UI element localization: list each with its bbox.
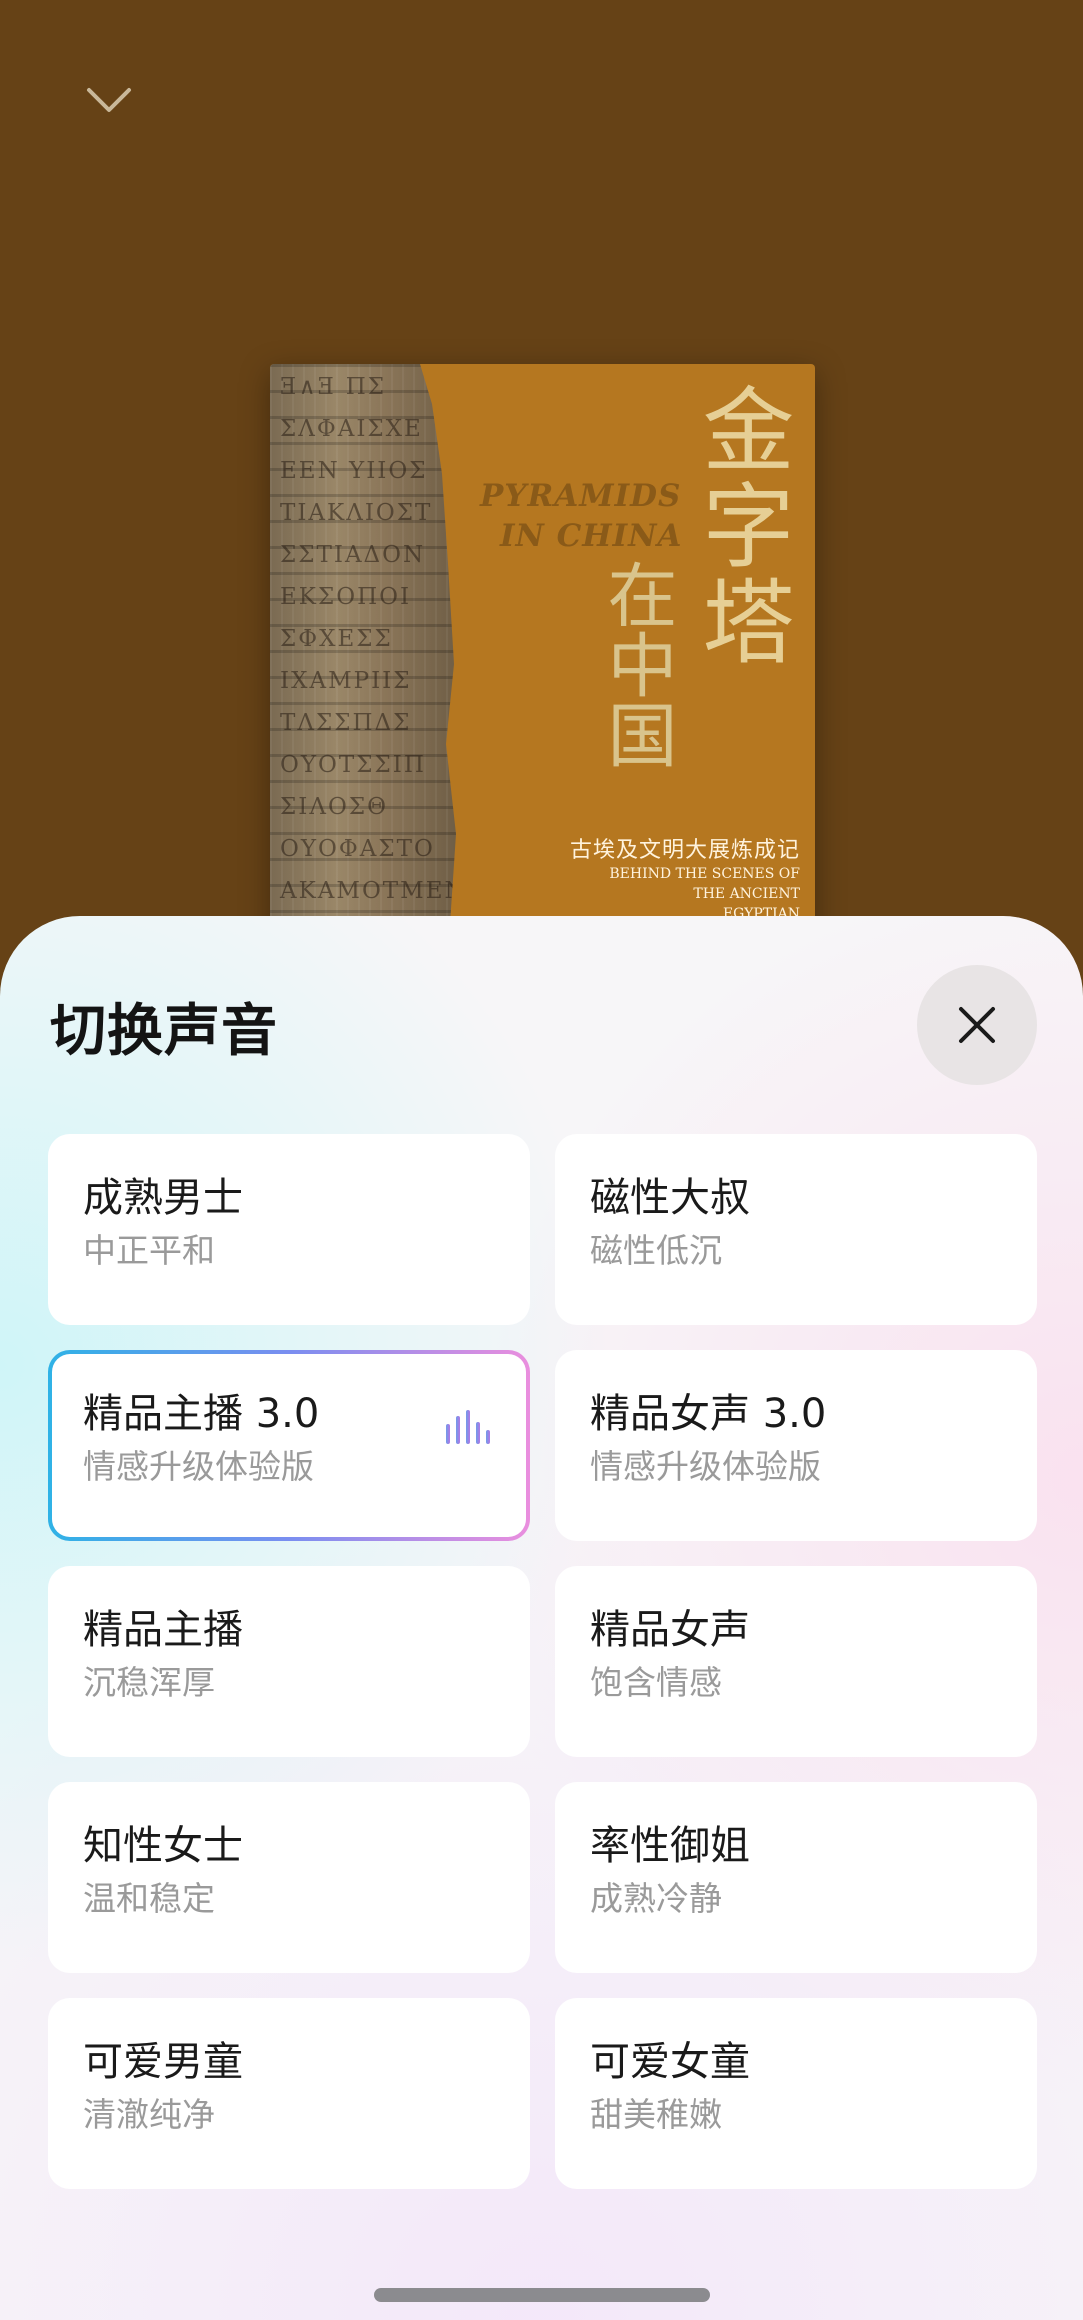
stone-glyph-row: ΑΚΑΜΟΤΜΕΝΗ bbox=[280, 878, 489, 904]
voice-description: 清澈纯净 bbox=[83, 2095, 215, 2134]
voice-name: 精品主播 3.0 bbox=[83, 1391, 320, 1437]
stone-glyph-row: ΣΦΧΕΣΣ bbox=[280, 626, 393, 652]
voice-name: 率性御姐 bbox=[590, 1823, 750, 1869]
stone-glyph-row: ΕΕΝ ΥΙΙΟΣ bbox=[280, 458, 428, 484]
cover-english-title-line2: IN CHINA bbox=[500, 518, 683, 554]
cover-english-title: PYRAMIDS IN CHINA bbox=[480, 476, 682, 556]
voice-description: 饱含情感 bbox=[590, 1663, 722, 1702]
stone-glyph-row: ΣΣΤΙΑΔΟΝ bbox=[280, 542, 426, 568]
voice-description: 成熟冷静 bbox=[590, 1879, 722, 1918]
voice-description: 沉稳浑厚 bbox=[83, 1663, 215, 1702]
book-cover: Ǝ∧Ǝ ΠΣ ΣΛΦΑΙΣΧΕ ΕΕΝ ΥΙΙΟΣ ΤΙΑΚΛΙΟΣΤ ΣΣΤΙΑΔΟΝ… bbox=[270, 364, 815, 964]
stone-glyph-row: ΕΚΣΟΠΟΙ bbox=[280, 584, 412, 610]
voice-description: 中正平和 bbox=[83, 1231, 215, 1270]
stone-glyph-row: ΟΥΟΤΣΣΙΠ bbox=[280, 752, 426, 778]
stone-glyph-row: Ǝ∧Ǝ ΠΣ bbox=[280, 374, 387, 400]
voice-card-premium-anchor-3[interactable]: 精品主播 3.0 情感升级体验版 bbox=[48, 1350, 530, 1541]
stone-relief-image: Ǝ∧Ǝ ΠΣ ΣΛΦΑΙΣΧΕ ΕΕΝ ΥΙΙΟΣ ΤΙΑΚΛΙΟΣΤ ΣΣΤΙΑΔΟΝ… bbox=[270, 364, 456, 964]
cover-english-title-line1: PYRAMIDS bbox=[480, 478, 682, 514]
voice-card-mature-man[interactable]: 成熟男士 中正平和 bbox=[48, 1134, 530, 1325]
stone-glyph-row: ΣΛΦΑΙΣΧΕ bbox=[280, 416, 423, 442]
chevron-down-icon bbox=[87, 88, 131, 112]
sheet-title: 切换声音 bbox=[50, 999, 278, 1064]
cover-english-subtitle-line1: BEHIND THE SCENES OF bbox=[609, 866, 800, 882]
cover-english-subtitle: BEHIND THE SCENES OF THE ANCIENT EGYPTIA… bbox=[540, 864, 800, 924]
cover-chinese-title-secondary: 在中国 bbox=[596, 559, 678, 769]
voice-description: 情感升级体验版 bbox=[590, 1447, 821, 1486]
voice-description: 温和稳定 bbox=[83, 1879, 215, 1918]
voice-name: 可爱男童 bbox=[83, 2039, 243, 2085]
voice-name: 知性女士 bbox=[83, 1823, 243, 1869]
voice-name: 精品女声 3.0 bbox=[590, 1391, 827, 1437]
voice-card-premium-anchor[interactable]: 精品主播 沉稳浑厚 bbox=[48, 1566, 530, 1757]
voice-switch-sheet: 切换声音 成熟男士 中正平和 磁性大叔 磁性低沉 精品主播 3.0 情感升级体验… bbox=[0, 916, 1083, 2320]
voice-name: 精品主播 bbox=[83, 1607, 243, 1653]
collapse-button[interactable] bbox=[80, 78, 138, 122]
stone-glyph-row: ΙΧΑΜΡΙΙΣ bbox=[280, 668, 412, 694]
voice-description: 甜美稚嫩 bbox=[590, 2095, 722, 2134]
voice-card-premium-female-3[interactable]: 精品女声 3.0 情感升级体验版 bbox=[555, 1350, 1037, 1541]
voice-name: 可爱女童 bbox=[590, 2039, 750, 2085]
voice-card-cute-girl[interactable]: 可爱女童 甜美稚嫩 bbox=[555, 1998, 1037, 2189]
voice-grid: 成熟男士 中正平和 磁性大叔 磁性低沉 精品主播 3.0 情感升级体验版 精品女… bbox=[48, 1134, 1037, 2189]
voice-card-premium-female[interactable]: 精品女声 饱含情感 bbox=[555, 1566, 1037, 1757]
close-icon bbox=[959, 1007, 995, 1043]
cover-chinese-subtitle: 古埃及文明大展炼成记 bbox=[569, 838, 800, 863]
voice-description: 情感升级体验版 bbox=[83, 1447, 314, 1486]
voice-description: 磁性低沉 bbox=[590, 1231, 722, 1270]
audio-wave-icon bbox=[446, 1410, 490, 1444]
voice-card-candid-lady[interactable]: 率性御姐 成熟冷静 bbox=[555, 1782, 1037, 1973]
stone-glyph-row: ΟΥΟΦΑΣΤΟ bbox=[280, 836, 435, 862]
stone-glyph-row: ΤΛΣΣΠΔΣ bbox=[280, 710, 412, 736]
voice-card-cute-boy[interactable]: 可爱男童 清澈纯净 bbox=[48, 1998, 530, 2189]
close-button[interactable] bbox=[917, 965, 1037, 1085]
voice-card-magnetic-uncle[interactable]: 磁性大叔 磁性低沉 bbox=[555, 1134, 1037, 1325]
stone-glyph-row: ΤΙΑΚΛΙΟΣΤ bbox=[280, 500, 433, 526]
cover-english-subtitle-line2: THE ANCIENT bbox=[693, 886, 800, 902]
home-indicator[interactable] bbox=[374, 2288, 710, 2302]
voice-card-intellectual-woman[interactable]: 知性女士 温和稳定 bbox=[48, 1782, 530, 1973]
stone-glyph-row: ΣΙΛΟΣΘ bbox=[280, 794, 388, 820]
voice-name: 磁性大叔 bbox=[590, 1175, 750, 1221]
cover-chinese-title: 金字塔 bbox=[687, 382, 794, 670]
voice-name: 成熟男士 bbox=[83, 1175, 243, 1221]
voice-name: 精品女声 bbox=[590, 1607, 750, 1653]
